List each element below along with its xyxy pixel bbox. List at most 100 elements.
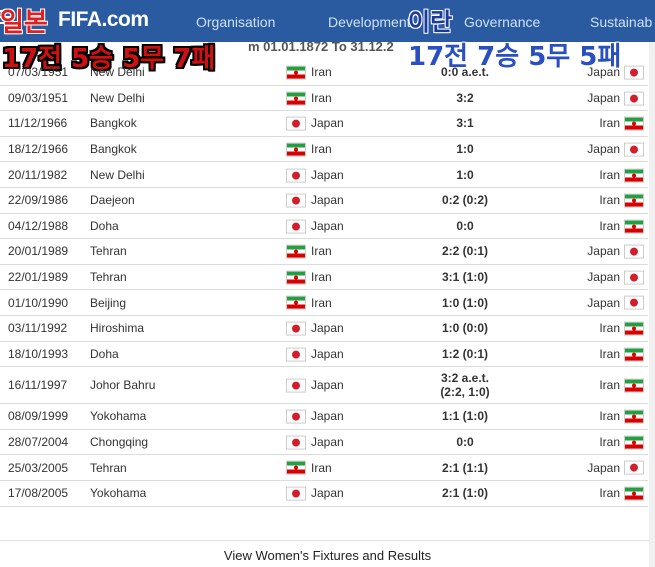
iran-flag-icon (286, 65, 306, 80)
score-main: 0:2 (0:2) (441, 193, 488, 208)
japan-flag-icon (286, 346, 306, 362)
japan-flag-icon (624, 460, 644, 476)
home-team[interactable]: Japan (311, 168, 344, 182)
home-team[interactable]: Japan (311, 486, 344, 500)
match-score[interactable]: 0:0 (380, 435, 550, 449)
match-row[interactable]: 03/11/1992 Hiroshima Japan 1:0 (0:0) Iran (0, 316, 648, 342)
nav-item-governance[interactable]: Governance (464, 14, 540, 30)
match-score[interactable]: 1:0 (1:0) (380, 296, 550, 310)
nav-item-development[interactable]: Development (328, 14, 411, 30)
womens-fixtures-link[interactable]: View Women's Fixtures and Results (0, 540, 655, 567)
match-date: 17/08/2005 (8, 486, 69, 501)
home-team[interactable]: Japan (311, 347, 344, 361)
match-score[interactable]: 1:1 (1:0) (380, 409, 550, 423)
page-scrollbar[interactable] (649, 42, 655, 567)
iran-flag-icon (286, 460, 306, 476)
match-score[interactable]: 0:2 (0:2) (380, 193, 550, 207)
home-team[interactable]: Iran (311, 65, 332, 79)
away-team[interactable]: Iran (599, 409, 620, 423)
match-row[interactable]: 18/10/1993 Doha Japan 1:2 (0:1) Iran (0, 342, 648, 368)
away-team[interactable]: Japan (587, 244, 620, 258)
match-row[interactable]: 08/09/1999 Yokohama Japan 1:1 (1:0) Iran (0, 404, 648, 430)
match-score[interactable]: 3:1 (380, 116, 550, 130)
match-score[interactable]: 3:1 (1:0) (380, 270, 550, 284)
home-team[interactable]: Iran (311, 91, 332, 105)
nav-item-organisation[interactable]: Organisation (196, 14, 275, 30)
home-team[interactable]: Iran (311, 461, 332, 475)
home-team[interactable]: Japan (311, 435, 344, 449)
match-score[interactable]: 2:1 (1:0) (380, 486, 550, 500)
home-team[interactable]: Japan (311, 321, 344, 335)
match-score[interactable]: 2:1 (1:1) (380, 461, 550, 475)
match-results-table: 07/03/1951 New Delhi Iran 0:0 a.e.t. Japan 09… (0, 60, 648, 507)
away-team[interactable]: Iran (599, 193, 620, 207)
match-score[interactable]: 1:0 (380, 142, 550, 156)
match-row[interactable]: 22/09/1986 Daejeon Japan 0:2 (0:2) Iran (0, 188, 648, 214)
home-team[interactable]: Japan (311, 409, 344, 423)
score-main: 2:1 (1:0) (441, 486, 488, 501)
home-team[interactable]: Japan (311, 219, 344, 233)
home-team[interactable]: Iran (311, 244, 332, 258)
match-row[interactable]: 07/03/1951 New Delhi Iran 0:0 a.e.t. Japan (0, 60, 648, 86)
away-team[interactable]: Iran (599, 219, 620, 233)
away-team[interactable]: Japan (587, 296, 620, 310)
away-team[interactable]: Japan (587, 461, 620, 475)
away-team[interactable]: Japan (587, 142, 620, 156)
match-date: 25/03/2005 (8, 460, 69, 475)
home-team[interactable]: Iran (311, 142, 332, 156)
away-team[interactable]: Iran (599, 378, 620, 392)
match-score[interactable]: 3:2 (380, 91, 550, 105)
away-team[interactable]: Iran (599, 435, 620, 449)
nav-item-sustainability[interactable]: Sustainab (590, 14, 652, 30)
match-score[interactable]: 3:2 a.e.t. (2:2, 1:0) (380, 371, 550, 399)
away-team[interactable]: Japan (587, 65, 620, 79)
match-date: 20/01/1989 (8, 244, 69, 259)
match-score[interactable]: 1:0 (0:0) (380, 321, 550, 335)
match-score[interactable]: 0:0 (380, 219, 550, 233)
japan-flag-icon (286, 218, 306, 234)
score-main: 1:1 (1:0) (441, 409, 488, 424)
match-score[interactable]: 0:0 a.e.t. (380, 65, 550, 79)
match-row[interactable]: 20/01/1989 Tehran Iran 2:2 (0:1) Japan (0, 239, 648, 265)
japan-flag-icon (286, 435, 306, 450)
score-main: 1:0 (1:0) (441, 295, 488, 310)
home-team[interactable]: Japan (311, 378, 344, 392)
match-row[interactable]: 22/01/1989 Tehran Iran 3:1 (1:0) Japan (0, 265, 648, 291)
japan-flag-icon (286, 167, 306, 183)
away-team[interactable]: Iran (599, 321, 620, 335)
match-row[interactable]: 20/11/1982 New Delhi Japan 1:0 Iran (0, 162, 648, 188)
match-row[interactable]: 11/12/1966 Bangkok Japan 3:1 Iran (0, 111, 648, 137)
match-row[interactable]: 25/03/2005 Tehran Iran 2:1 (1:1) Japan (0, 455, 648, 481)
match-row[interactable]: 16/11/1997 Johor Bahru Japan 3:2 a.e.t. (2:2… (0, 367, 648, 405)
match-row[interactable]: 01/10/1990 Beijing Iran 1:0 (1:0) Japan (0, 290, 648, 316)
iran-flag-icon (624, 218, 644, 234)
match-row[interactable]: 17/08/2005 Yokohama Japan 2:1 (1:0) Iran (0, 481, 648, 507)
match-score[interactable]: 1:0 (380, 168, 550, 182)
away-team[interactable]: Iran (599, 347, 620, 361)
iran-flag-icon (286, 142, 306, 157)
home-team[interactable]: Japan (311, 193, 344, 207)
japan-flag-icon (624, 295, 644, 311)
match-row[interactable]: 28/07/2004 Chongqing Japan 0:0 Iran (0, 430, 648, 456)
match-date: 20/11/1982 (8, 167, 68, 182)
home-team[interactable]: Japan (311, 116, 344, 130)
score-main: 0:0 a.e.t. (440, 65, 490, 80)
away-team[interactable]: Iran (599, 168, 620, 182)
score-main: 2:2 (0:1) (441, 244, 488, 259)
home-team[interactable]: Iran (311, 270, 332, 284)
match-date: 07/03/1951 (8, 65, 69, 80)
site-logo[interactable]: FIFA.com (58, 8, 149, 32)
match-score[interactable]: 2:2 (0:1) (380, 244, 550, 258)
home-team[interactable]: Iran (311, 296, 332, 310)
match-score[interactable]: 1:2 (0:1) (380, 347, 550, 361)
away-team[interactable]: Iran (599, 486, 620, 500)
match-venue: Tehran (90, 270, 127, 285)
match-row[interactable]: 18/12/1966 Bangkok Iran 1:0 Japan (0, 137, 648, 163)
away-team[interactable]: Iran (599, 116, 620, 130)
match-row[interactable]: 04/12/1988 Doha Japan 0:0 Iran (0, 214, 648, 240)
iran-flag-icon (624, 193, 644, 208)
away-team[interactable]: Japan (587, 91, 620, 105)
away-team[interactable]: Japan (587, 270, 620, 284)
match-venue: Hiroshima (90, 321, 145, 336)
match-row[interactable]: 09/03/1951 New Delhi Iran 3:2 Japan (0, 86, 648, 112)
